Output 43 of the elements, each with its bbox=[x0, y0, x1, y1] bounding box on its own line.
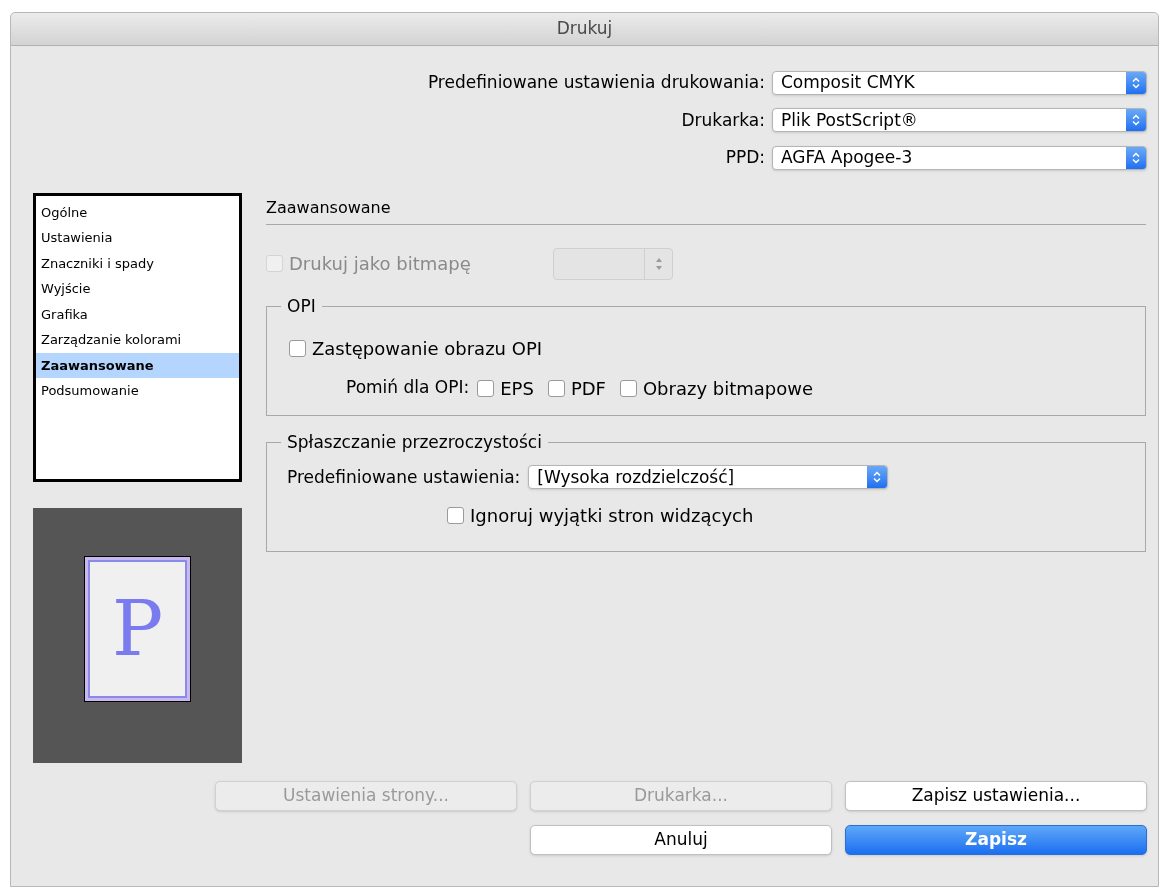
select-value: [Wysoka rozdzielczość] bbox=[536, 465, 736, 489]
field-label: Predefiniowane ustawienia: bbox=[287, 465, 521, 489]
dropdown-select[interactable]: Plik PostScript® bbox=[772, 108, 1147, 133]
dropdown-select[interactable]: AGFA Apogee-3 bbox=[772, 145, 1147, 170]
checkbox-label: Drukuj jako bitmapę bbox=[289, 252, 471, 276]
spin-field[interactable] bbox=[553, 247, 673, 280]
checkbox-label: Ignoruj wyjątki stron widzących bbox=[470, 504, 754, 528]
field-label: Predefiniowane ustawienia drukowania: bbox=[427, 71, 765, 94]
category-item[interactable]: Zarządzanie kolorami bbox=[36, 327, 239, 353]
select-value: Composit CMYK bbox=[780, 71, 916, 94]
field-label: Drukarka: bbox=[681, 108, 765, 132]
dialog-button[interactable]: Anuluj bbox=[530, 824, 832, 855]
checkbox[interactable] bbox=[289, 339, 306, 357]
select-value: AGFA Apogee-3 bbox=[780, 146, 914, 169]
category-item[interactable]: Zaawansowane bbox=[36, 352, 239, 378]
checkbox-label: EPS bbox=[500, 376, 534, 401]
preview-letter: P bbox=[111, 591, 164, 667]
dialog-button[interactable]: Zapisz ustawienia... bbox=[845, 780, 1147, 811]
category-item[interactable]: Znaczniki i spady bbox=[36, 250, 239, 276]
category-item[interactable]: Ustawienia bbox=[36, 225, 239, 251]
field-label: PPD: bbox=[725, 146, 765, 169]
checkbox-label: Obrazy bitmapowe bbox=[642, 376, 814, 401]
checkbox[interactable] bbox=[477, 379, 495, 397]
category-item[interactable]: Wyjście bbox=[36, 276, 239, 302]
checkbox-label: Zastępowanie obrazu OPI bbox=[312, 336, 543, 361]
section-title: Zaawansowane bbox=[266, 196, 392, 219]
chevron-icon bbox=[1132, 151, 1140, 164]
checkbox[interactable] bbox=[619, 379, 637, 397]
chevron-icon bbox=[1132, 76, 1140, 89]
stepper-icon bbox=[654, 256, 663, 271]
select-value: Plik PostScript® bbox=[780, 108, 919, 132]
dropdown-select[interactable]: Composit CMYK bbox=[772, 70, 1147, 95]
category-item[interactable]: Grafika bbox=[36, 301, 239, 327]
omit-label: Pomiń dla OPI: bbox=[346, 376, 470, 400]
checkbox-label: PDF bbox=[570, 376, 606, 401]
checkbox[interactable] bbox=[547, 379, 565, 397]
checkbox[interactable] bbox=[447, 507, 464, 524]
category-item[interactable]: Podsumowanie bbox=[36, 378, 239, 404]
dropdown-select[interactable]: [Wysoka rozdzielczość] bbox=[528, 465, 889, 490]
chevron-icon bbox=[873, 471, 882, 484]
category-item[interactable]: Ogólne bbox=[36, 199, 239, 225]
window-title: Drukuj bbox=[556, 17, 613, 41]
chevron-icon bbox=[1132, 114, 1140, 127]
